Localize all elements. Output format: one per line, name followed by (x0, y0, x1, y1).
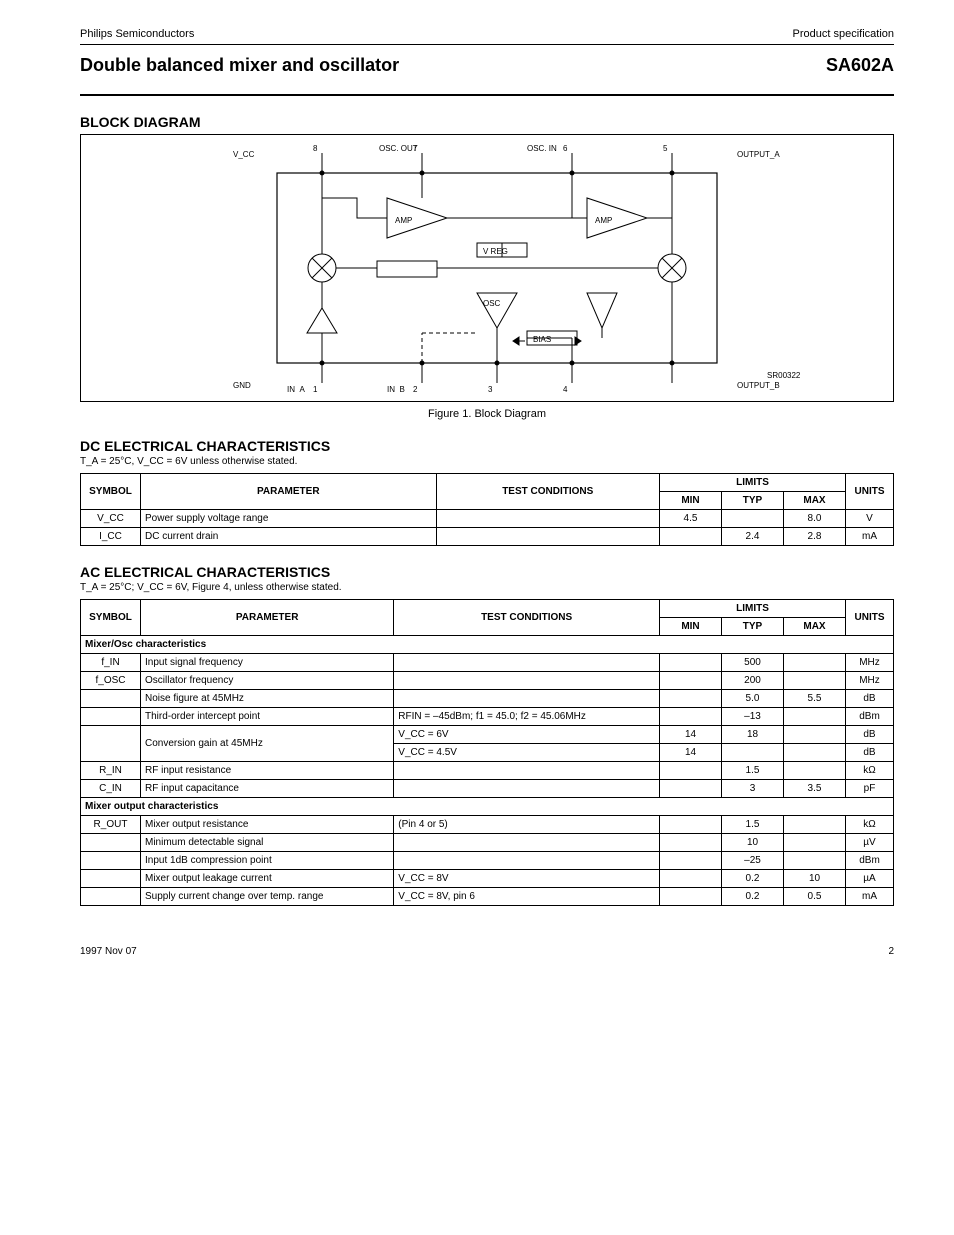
ac-conditions: T_A = 25°C; V_CC = 6V, Figure 4, unless … (80, 582, 894, 593)
doc-type: Product specification (793, 28, 895, 40)
dc-col-symbol: SYMBOL (81, 474, 141, 510)
block-diagram-box: 8 7 6 5 1 2 3 4 V_CC OUTPUT_A OUTPUT_B G… (80, 134, 894, 402)
dc-col-tc: TEST CONDITIONS (436, 474, 659, 510)
in-b-label: IN_B (387, 385, 405, 393)
pin-3-label: 6 (563, 144, 568, 153)
table-row: Third-order intercept pointRFIN = –45dBm… (81, 708, 894, 726)
ac-col-min: MIN (660, 618, 722, 636)
ac-col-typ: TYP (722, 618, 784, 636)
dc-col-max: MAX (784, 492, 846, 510)
table-section-row: Mixer/Osc characteristics (81, 636, 894, 654)
table-row: Supply current change over temp. rangeV_… (81, 888, 894, 906)
osc-label: OSC (483, 299, 501, 308)
ac-col-parameter: PARAMETER (141, 600, 394, 636)
vcc-label: V_CC (233, 150, 255, 159)
output-b-label: OUTPUT_B (737, 381, 780, 390)
ac-col-symbol: SYMBOL (81, 600, 141, 636)
table-row: R_INRF input resistance1.5kΩ (81, 762, 894, 780)
company-name: Philips Semiconductors (80, 28, 194, 40)
ac-heading: AC ELECTRICAL CHARACTERISTICS (80, 564, 894, 580)
doc-title-left: Double balanced mixer and oscillator (80, 55, 399, 75)
ac-table: SYMBOL PARAMETER TEST CONDITIONS LIMITS … (80, 599, 894, 906)
ac-col-units: UNITS (846, 600, 894, 636)
svg-text:4: 4 (563, 385, 568, 393)
ac-col-tc: TEST CONDITIONS (394, 600, 660, 636)
in-a-label: IN_A (287, 385, 305, 393)
osc-out-label: OSC. OUT (379, 144, 418, 153)
gnd-label: GND (233, 381, 251, 390)
svg-text:1: 1 (313, 385, 318, 393)
diagram-code: SR00322 (767, 371, 801, 380)
dc-col-units: UNITS (846, 474, 894, 510)
bias-label: BIAS (533, 335, 551, 344)
pin-4-label: 5 (663, 144, 668, 153)
svg-text:3: 3 (488, 385, 493, 393)
amp-label-2: AMP (595, 216, 612, 225)
table-row: Conversion gain at 45MHzV_CC = 6V1418dB (81, 726, 894, 744)
dc-heading: DC ELECTRICAL CHARACTERISTICS (80, 438, 894, 454)
table-row: Minimum detectable signal10µV (81, 834, 894, 852)
dc-table: SYMBOL PARAMETER TEST CONDITIONS LIMITS … (80, 473, 894, 546)
table-row: f_OSCOscillator frequency200MHz (81, 672, 894, 690)
table-row: I_CCDC current drain2.42.8mA (81, 528, 894, 546)
svg-text:2: 2 (413, 385, 418, 393)
dc-conditions: T_A = 25°C, V_CC = 6V unless otherwise s… (80, 456, 894, 467)
block-diagram-svg: 8 7 6 5 1 2 3 4 V_CC OUTPUT_A OUTPUT_B G… (127, 143, 847, 393)
block-diagram-heading: BLOCK DIAGRAM (80, 114, 894, 130)
osc-in-label: OSC. IN (527, 144, 557, 153)
table-row: R_OUTMixer output resistance(Pin 4 or 5)… (81, 816, 894, 834)
table-row: Input 1dB compression point–25dBm (81, 852, 894, 870)
table-row: V_CCPower supply voltage range4.58.0V (81, 510, 894, 528)
footer-page: 2 (888, 946, 894, 957)
pin-1-label: 8 (313, 144, 318, 153)
table-row: C_INRF input capacitance33.5pF (81, 780, 894, 798)
vreg-label: V REG (483, 247, 508, 256)
dc-col-typ: TYP (722, 492, 784, 510)
ac-col-max: MAX (784, 618, 846, 636)
figure-caption: Figure 1. Block Diagram (80, 408, 894, 420)
dc-col-limits: LIMITS (660, 474, 846, 492)
doc-title-right: SA602A (826, 55, 894, 75)
ac-col-limits: LIMITS (660, 600, 846, 618)
table-section-row: Mixer output characteristics (81, 798, 894, 816)
amp-label-1: AMP (395, 216, 412, 225)
table-row: Noise figure at 45MHz5.05.5dB (81, 690, 894, 708)
table-row: f_INInput signal frequency500MHz (81, 654, 894, 672)
dc-col-min: MIN (660, 492, 722, 510)
footer-date: 1997 Nov 07 (80, 946, 137, 957)
table-row: Mixer output leakage currentV_CC = 8V0.2… (81, 870, 894, 888)
dc-col-parameter: PARAMETER (141, 474, 437, 510)
output-a-label: OUTPUT_A (737, 150, 780, 159)
